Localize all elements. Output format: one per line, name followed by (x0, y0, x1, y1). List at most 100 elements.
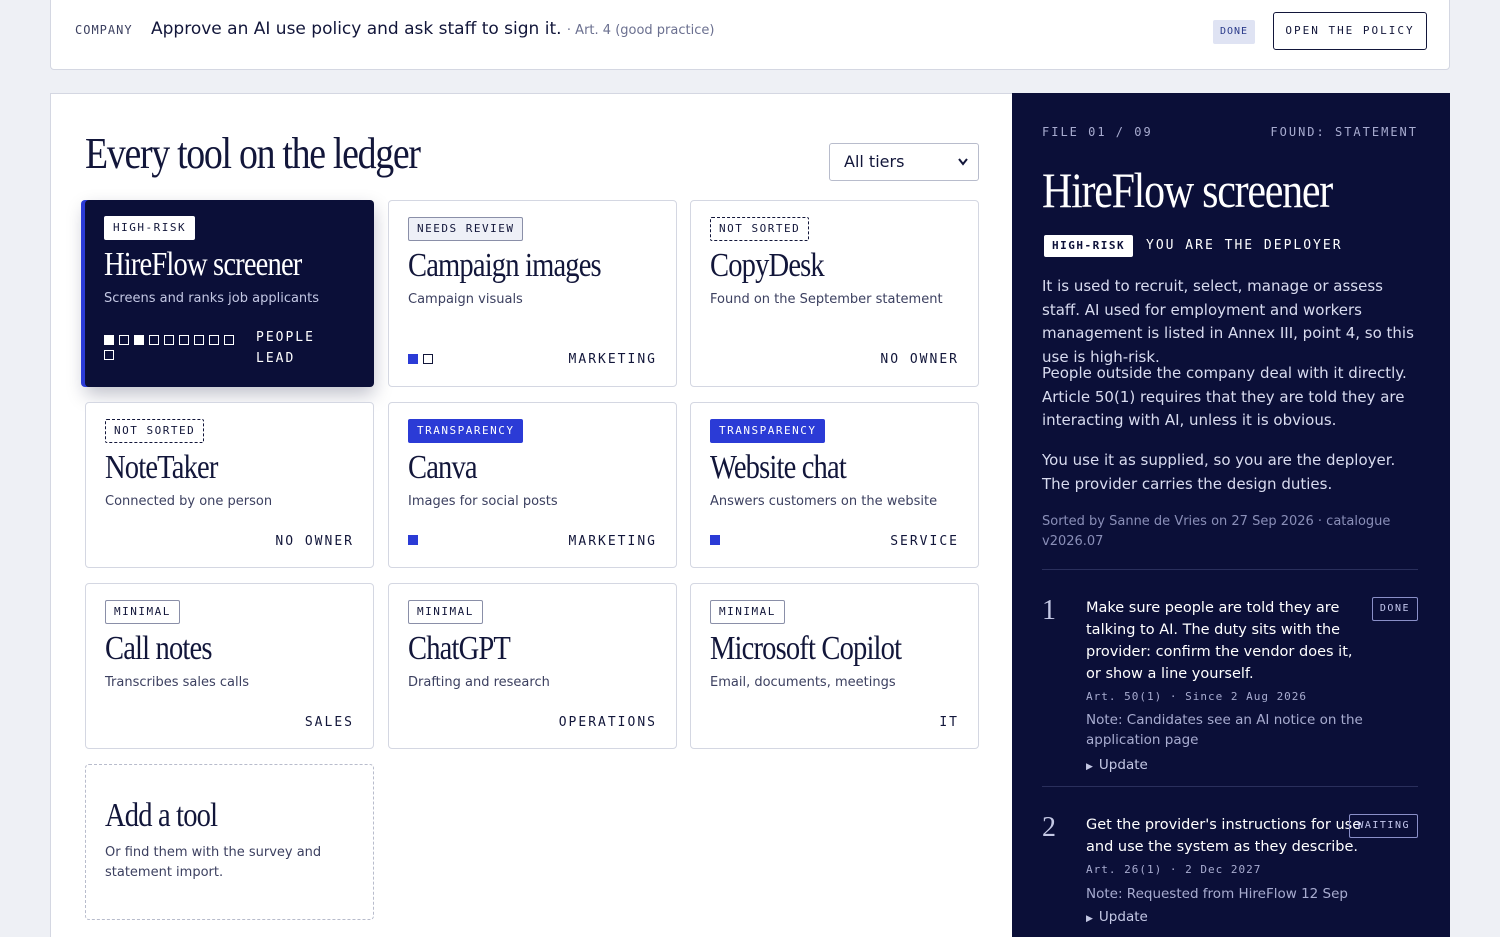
tier-filter-value: All tiers (844, 152, 905, 171)
policy-article: · Art. 4 (good practice) (566, 23, 715, 38)
duty-progress-pips (408, 535, 418, 545)
detail-paragraph: It is used to recruit, select, manage or… (1042, 277, 1414, 366)
tool-name: Campaign images (408, 247, 602, 284)
step-update-toggle[interactable]: ▶ Update (1086, 909, 1148, 925)
tool-card-notetaker[interactable]: NOT SORTED NoteTaker Connected by one pe… (85, 402, 374, 568)
step-text: Get the provider's instructions for use … (1086, 817, 1362, 855)
tool-desc: Answers customers on the website (710, 494, 938, 509)
found-source: FOUND: STATEMENT (1270, 125, 1418, 139)
tool-name: CopyDesk (710, 247, 825, 284)
tool-name: NoteTaker (105, 449, 218, 486)
chevron-down-icon (957, 144, 969, 194)
detail-paragraph: People outside the company deal with it … (1042, 364, 1407, 429)
progress-pip (134, 335, 144, 345)
add-tool-title: Add a tool (105, 797, 218, 834)
duty-progress-pips (408, 354, 433, 364)
tool-owner: NO OWNER (880, 352, 959, 367)
tool-card-website-chat[interactable]: TRANSPARENCY Website chat Answers custom… (690, 402, 979, 568)
tool-desc: Found on the September statement (710, 292, 943, 307)
tool-tier-tag: TRANSPARENCY (710, 419, 826, 443)
progress-pip (224, 335, 234, 345)
tier-filter-select[interactable]: All tiers (829, 143, 979, 181)
tool-owner: SALES (304, 715, 354, 730)
step-status-badge: DONE (1371, 597, 1418, 621)
tool-desc: Screens and ranks job applicants (104, 291, 320, 306)
tool-card-hireflow[interactable]: HIGH-RISK HireFlow screener Screens and … (85, 200, 374, 387)
open-policy-button[interactable]: OPEN THE POLICY (1273, 12, 1427, 50)
tool-tier-tag: NEEDS REVIEW (408, 217, 524, 241)
ledger-panel: Every tool on the ledger All tiers HIGH-… (50, 93, 1012, 937)
step-number: 2 (1042, 812, 1056, 843)
step-status-badge: WAITING (1349, 814, 1418, 838)
file-counter: FILE 01 / 09 (1042, 125, 1153, 139)
step-text: Make sure people are told they are talki… (1086, 600, 1353, 682)
tool-desc: Email, documents, meetings (710, 675, 896, 690)
divider (1042, 569, 1418, 570)
tool-detail-panel: FILE 01 / 09 FOUND: STATEMENT HireFlow s… (1012, 93, 1450, 937)
step-note: Note: Candidates see an AI notice on the… (1086, 712, 1363, 748)
step-note: Note: Requested from HireFlow 12 Sep (1086, 886, 1348, 902)
step-number: 1 (1042, 595, 1056, 626)
tool-card-canva[interactable]: TRANSPARENCY Canva Images for social pos… (388, 402, 677, 568)
tool-owner: PEOPLE LEAD (256, 330, 315, 366)
tool-card-campaign-images[interactable]: NEEDS REVIEW Campaign images Campaign vi… (388, 200, 677, 387)
tool-desc: Transcribes sales calls (105, 675, 249, 690)
detail-title: HireFlow screener (1042, 162, 1333, 218)
policy-text-main: Approve an AI use policy and ask staff t… (151, 19, 562, 39)
detail-role-badge: YOU ARE THE DEPLOYER (1146, 238, 1343, 253)
add-tool-desc: Or find them with the survey and stateme… (105, 845, 322, 880)
tool-owner: MARKETING (568, 352, 657, 367)
tool-owner: IT (939, 715, 959, 730)
detail-paragraph: You use it as supplied, so you are the d… (1042, 451, 1396, 493)
progress-pip (104, 335, 114, 345)
tool-tier-tag: MINIMAL (105, 600, 180, 624)
ledger-title: Every tool on the ledger (85, 129, 421, 178)
detail-tier-badge: HIGH-RISK (1044, 235, 1134, 257)
progress-pip (119, 335, 129, 345)
step-article: Art. 26(1) · 2 Dec 2027 (1086, 863, 1262, 876)
tool-card-microsoft-copilot[interactable]: MINIMAL Microsoft Copilot Email, documen… (690, 583, 979, 749)
tool-card-chatgpt[interactable]: MINIMAL ChatGPT Drafting and research OP… (388, 583, 677, 749)
tool-name: Canva (408, 449, 478, 486)
progress-pip (423, 354, 433, 364)
duty-progress-pips (104, 335, 244, 360)
triangle-right-icon: ▶ (1086, 762, 1093, 772)
tool-owner: OPERATIONS (558, 715, 657, 730)
tool-desc: Campaign visuals (408, 292, 523, 307)
progress-pip (164, 335, 174, 345)
tool-tier-tag: TRANSPARENCY (408, 419, 524, 443)
duty-progress-pips (710, 535, 720, 545)
progress-pip (408, 535, 418, 545)
progress-pip (149, 335, 159, 345)
step-article: Art. 50(1) · Since 2 Aug 2026 (1086, 690, 1308, 703)
tool-name: Website chat (710, 449, 847, 486)
add-tool-button[interactable]: Add a tool Or find them with the survey … (85, 764, 374, 920)
progress-pip (179, 335, 189, 345)
progress-pip (104, 350, 114, 360)
tool-tier-tag: MINIMAL (710, 600, 785, 624)
tool-desc: Drafting and research (408, 675, 550, 690)
policy-text: Approve an AI use policy and ask staff t… (151, 19, 714, 39)
step-update-toggle[interactable]: ▶ Update (1086, 757, 1148, 773)
tool-name: ChatGPT (408, 630, 511, 667)
tool-tier-tag: HIGH-RISK (104, 216, 196, 240)
triangle-right-icon: ▶ (1086, 914, 1093, 924)
policy-scope: COMPANY (75, 23, 133, 37)
tool-name: HireFlow screener (104, 246, 302, 283)
tool-desc: Connected by one person (105, 494, 273, 509)
tool-owner: NO OWNER (275, 534, 354, 549)
divider (1042, 786, 1418, 787)
progress-pip (408, 354, 418, 364)
tool-card-call-notes[interactable]: MINIMAL Call notes Transcribes sales cal… (85, 583, 374, 749)
progress-pip (710, 535, 720, 545)
sorted-by: Sorted by Sanne de Vries on 27 Sep 2026 … (1042, 514, 1391, 549)
tool-name: Microsoft Copilot (710, 630, 902, 667)
progress-pip (209, 335, 219, 345)
tool-tier-tag: NOT SORTED (105, 419, 205, 443)
tool-name: Call notes (105, 630, 212, 667)
tool-owner: SERVICE (890, 534, 959, 549)
tool-tier-tag: NOT SORTED (710, 217, 810, 241)
step-update-label: Update (1098, 909, 1148, 925)
progress-pip (194, 335, 204, 345)
tool-card-copydesk[interactable]: NOT SORTED CopyDesk Found on the Septemb… (690, 200, 979, 387)
